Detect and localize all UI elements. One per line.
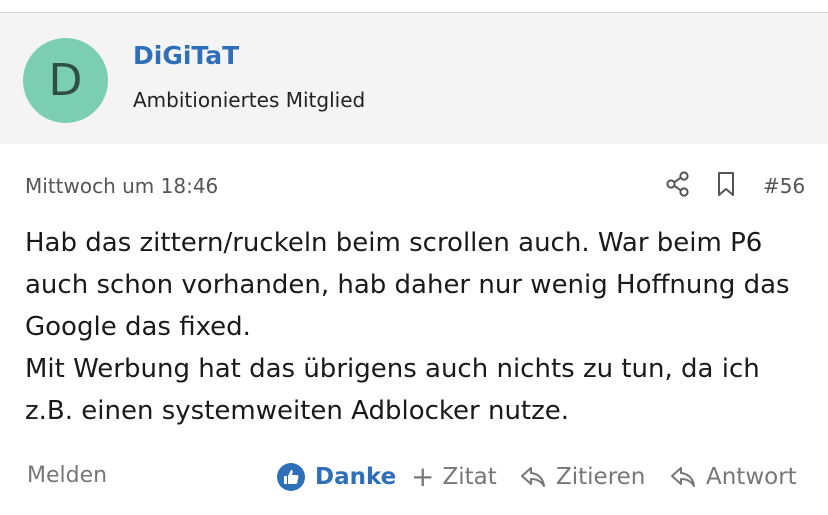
multiquote-label: Zitat bbox=[442, 464, 497, 490]
multiquote-button[interactable]: + Zitat bbox=[411, 460, 497, 494]
reply-label: Antwort bbox=[706, 464, 797, 490]
reply-button[interactable]: Antwort bbox=[670, 460, 797, 494]
report-button[interactable]: Melden bbox=[27, 463, 107, 488]
username-link[interactable]: DiGiTaT bbox=[133, 41, 239, 70]
share-icon[interactable] bbox=[664, 170, 692, 198]
like-button[interactable]: Danke bbox=[277, 460, 396, 494]
post-body: Hab das zittern/ruckeln beim scrollen au… bbox=[25, 222, 815, 432]
thumbs-up-icon bbox=[277, 463, 305, 491]
quote-label: Zitieren bbox=[556, 464, 646, 490]
post-date[interactable]: Mittwoch um 18:46 bbox=[25, 174, 218, 198]
post-paragraph: Mit Werbung hat das übrigens auch nichts… bbox=[25, 354, 760, 426]
post-paragraph: Hab das zittern/ruckeln beim scrollen au… bbox=[25, 228, 790, 342]
like-label: Danke bbox=[315, 464, 397, 490]
quote-button[interactable]: Zitieren bbox=[520, 460, 645, 494]
post-number-link[interactable]: #56 bbox=[763, 174, 805, 198]
reply-arrow-icon bbox=[521, 467, 545, 487]
bookmark-icon[interactable] bbox=[713, 170, 739, 198]
author-panel: D DiGiTaT Ambitioniertes Mitglied bbox=[0, 13, 828, 144]
forum-post: D DiGiTaT Ambitioniertes Mitglied Mittwo… bbox=[0, 0, 828, 515]
user-title: Ambitioniertes Mitglied bbox=[133, 88, 366, 112]
reply-arrow-icon bbox=[671, 467, 695, 487]
avatar[interactable]: D bbox=[23, 38, 108, 123]
plus-icon: + bbox=[411, 460, 435, 493]
